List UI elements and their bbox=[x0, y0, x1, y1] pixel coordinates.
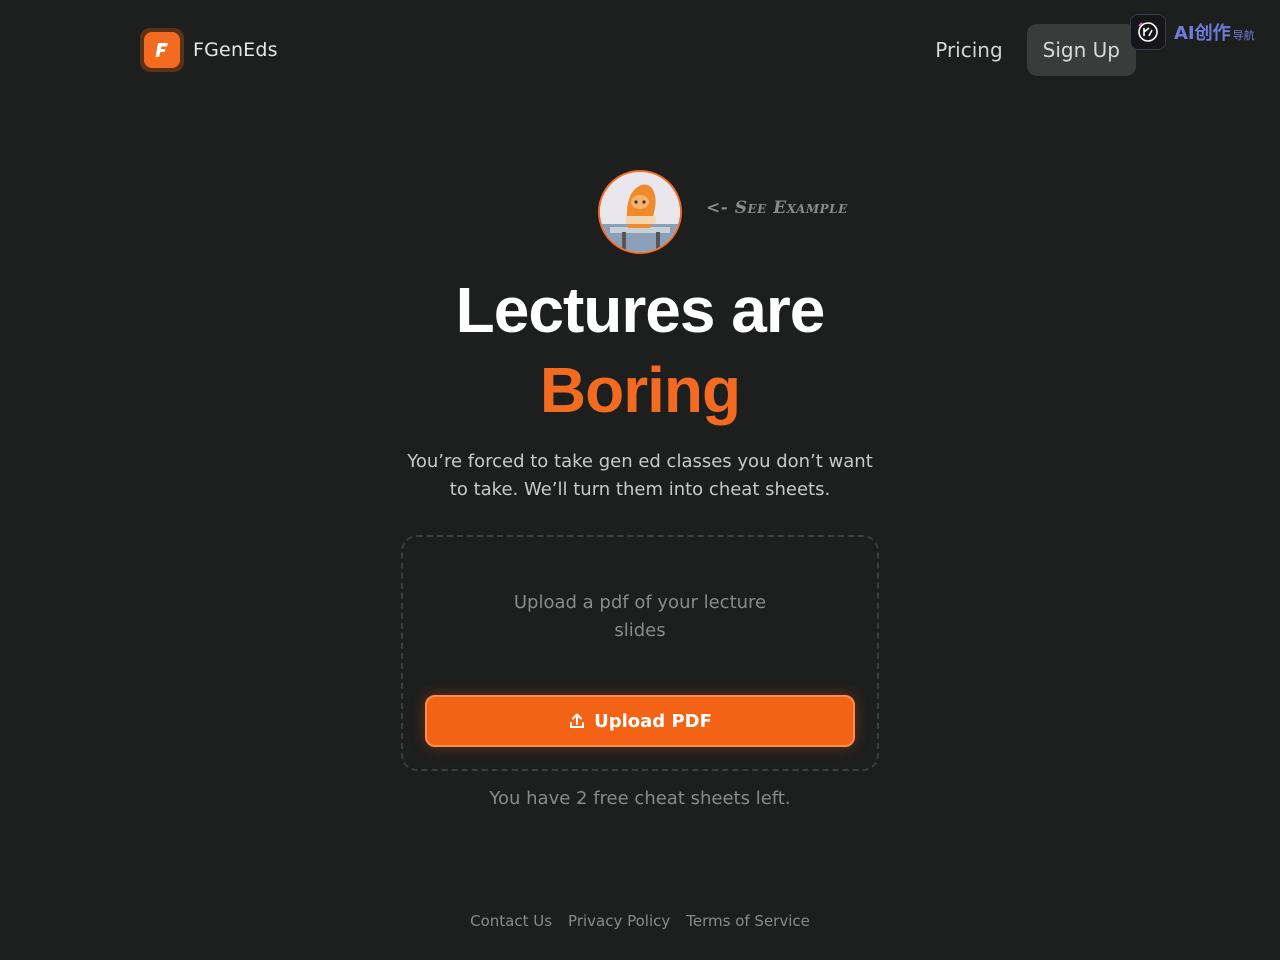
footer-link-terms[interactable]: Terms of Service bbox=[686, 912, 810, 930]
footer-link-privacy[interactable]: Privacy Policy bbox=[568, 912, 670, 930]
ai-badge-main-text: AI创作 bbox=[1174, 23, 1231, 44]
headline-line-2: Boring bbox=[539, 354, 741, 426]
upload-button-label: Upload PDF bbox=[594, 710, 712, 732]
example-row: <- See Example bbox=[598, 170, 848, 254]
headline-line-1: Lectures are bbox=[455, 274, 826, 346]
ai-badge-sub-text: 导航 bbox=[1232, 29, 1255, 42]
top-nav: Pricing Sign Up bbox=[935, 24, 1136, 76]
free-cheat-sheets-remaining: You have 2 free cheat sheets left. bbox=[489, 788, 791, 809]
upload-dropzone[interactable]: Upload a pdf of your lecture slides Uplo… bbox=[401, 535, 879, 771]
example-avatar[interactable] bbox=[598, 170, 682, 254]
ai-badge-icon bbox=[1130, 14, 1166, 50]
see-example-label[interactable]: <- See Example bbox=[706, 198, 848, 218]
logo bbox=[140, 28, 184, 72]
ai-badge[interactable]: AI创作 导航 bbox=[1130, 14, 1255, 50]
logo-icon bbox=[144, 32, 180, 68]
pricing-link[interactable]: Pricing bbox=[935, 38, 1002, 62]
site-footer: Contact Us Privacy Policy Terms of Servi… bbox=[0, 912, 1280, 930]
footer-link-contact[interactable]: Contact Us bbox=[470, 912, 552, 930]
signup-button[interactable]: Sign Up bbox=[1026, 24, 1136, 76]
upload-hint: Upload a pdf of your lecture slides bbox=[403, 589, 877, 645]
hero-headline: Lectures are Boring bbox=[0, 270, 1280, 430]
site-header: FGenEds Pricing Sign Up AI创作 导航 bbox=[0, 0, 1280, 100]
hero-subtitle: You’re forced to take gen ed classes you… bbox=[407, 451, 873, 500]
upload-icon bbox=[568, 712, 586, 730]
brand-home-link[interactable]: FGenEds bbox=[140, 28, 278, 72]
upload-hint-line-1: Upload a pdf of your lecture bbox=[513, 592, 767, 613]
brand-name: FGenEds bbox=[193, 39, 278, 61]
upload-pdf-button[interactable]: Upload PDF bbox=[425, 695, 855, 747]
ai-badge-text: AI创作 导航 bbox=[1174, 19, 1255, 45]
upload-hint-line-2: slides bbox=[614, 620, 666, 641]
